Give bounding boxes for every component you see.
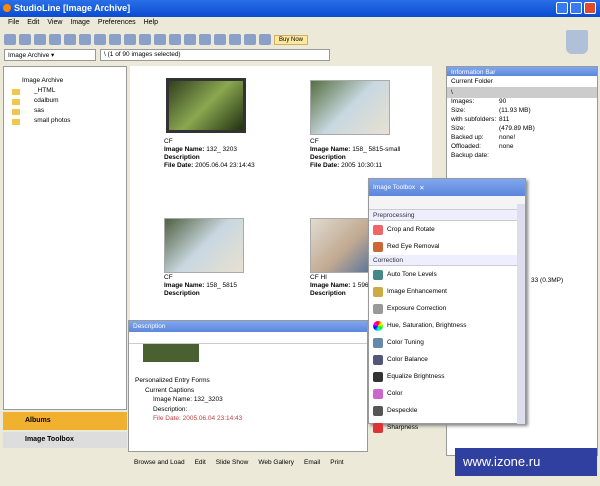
prev-icon[interactable] (139, 34, 151, 45)
folder-label: Current Folder (451, 78, 493, 85)
preview-icon[interactable] (94, 34, 106, 45)
image-caption: CF Image Name: 158_ 5815-small Description… (310, 138, 401, 169)
buy-now-button[interactable]: Buy Now (274, 34, 309, 45)
selection-select[interactable]: \ (1 of 90 images selected) (100, 49, 330, 61)
web-gallery-button[interactable]: Web Gallery (258, 459, 294, 466)
image-thumbnail[interactable] (310, 80, 390, 135)
menu-file[interactable]: File (8, 19, 19, 31)
trash-icon[interactable] (566, 30, 588, 54)
archive-select[interactable]: Image Archive ▾ (4, 49, 96, 61)
section-correction: Correction (369, 255, 525, 266)
folder-tree: Image Archive _HTML cdalbum sas small ph… (3, 66, 127, 410)
title-bar: StudioLine [Image Archive] (0, 0, 600, 17)
red-eye-icon[interactable] (109, 34, 121, 45)
folder-path: \ (447, 87, 597, 98)
window-title: StudioLine [Image Archive] (14, 3, 131, 13)
caption-file-date[interactable]: File Date: 2005.06.04 23:14:43 (135, 414, 367, 424)
image-thumbnail[interactable] (166, 78, 246, 133)
close-button[interactable] (584, 2, 596, 14)
minimize-button[interactable] (556, 2, 568, 14)
redo-icon[interactable] (184, 34, 196, 45)
menu-preferences[interactable]: Preferences (98, 19, 136, 31)
toolbox-title: Image Toolbox ✕ (369, 179, 525, 196)
browse-and-load-button[interactable]: Browse and Load (134, 459, 185, 466)
tag: CF (164, 138, 173, 145)
slide-show-button[interactable]: Slide Show (216, 459, 249, 466)
image-caption: CF Image Name: 132_ 3203 Description File D… (164, 138, 264, 170)
caption-image-name[interactable]: Image Name: 132_3203 (135, 395, 367, 405)
description-panel: Description Personalized Entry Forms Cur… (128, 320, 368, 452)
menu-image[interactable]: Image (70, 19, 89, 31)
tool-item[interactable]: Despeckle (369, 402, 525, 419)
forms-label: Personalized Entry Forms (135, 377, 210, 384)
archive-icon[interactable] (49, 34, 61, 45)
toolbar: Buy Now (4, 32, 459, 47)
tool-item[interactable]: Auto Tone Levels (369, 266, 525, 283)
tool-item[interactable]: Color Balance (369, 351, 525, 368)
panel-title: Description (129, 321, 367, 332)
tab-image-toolbox[interactable]: Image Toolbox (3, 432, 127, 448)
tree-item[interactable]: _HTML (4, 87, 126, 97)
tool-item[interactable]: Exposure Correction (369, 300, 525, 317)
cut-icon[interactable] (4, 34, 16, 45)
tool-item[interactable]: Color Tuning (369, 334, 525, 351)
menu-help[interactable]: Help (144, 19, 158, 31)
section-preprocessing: Preprocessing (369, 210, 525, 221)
panel-title: Information Bar (447, 67, 597, 76)
tree-item[interactable]: small photos (4, 117, 126, 127)
print-button[interactable]: Print (330, 459, 343, 466)
caption-description[interactable]: Description: (135, 405, 367, 415)
grid-icon[interactable] (124, 34, 136, 45)
menu-view[interactable]: View (47, 19, 62, 31)
edit-button[interactable]: Edit (195, 459, 206, 466)
export-icon[interactable] (244, 34, 256, 45)
tool-item[interactable]: Red Eye Removal (369, 238, 525, 255)
app-icon (3, 4, 11, 12)
import-icon[interactable] (214, 34, 226, 45)
copy-icon[interactable] (19, 34, 31, 45)
bottom-toolbar: Browse and Load Edit Slide Show Web Gallery… (130, 455, 448, 470)
tab-albums[interactable]: Albums (3, 412, 127, 430)
tool-item[interactable]: Hue, Saturation, Brightness (369, 317, 525, 334)
image-thumbnail[interactable] (164, 218, 244, 273)
tree-item[interactable]: sas (4, 107, 126, 117)
tool-item[interactable]: Color (369, 385, 525, 402)
paste-icon[interactable] (34, 34, 46, 45)
tool-item[interactable]: Image Enhancement (369, 283, 525, 300)
tree-item[interactable]: cdalbum (4, 97, 126, 107)
watermark: www.izone.ru (455, 448, 597, 476)
menu-edit[interactable]: Edit (27, 19, 39, 31)
tool-item[interactable]: Sharpness (369, 419, 525, 436)
captions-node[interactable]: Current Captions (135, 386, 367, 396)
tree-root[interactable]: Image Archive (4, 77, 126, 87)
description-toolbar (129, 332, 367, 344)
tool-item[interactable]: Crop and Rotate (369, 221, 525, 238)
selection-label: \ (1 of 90 images selected) (104, 51, 181, 58)
album-icon[interactable] (64, 34, 76, 45)
maximize-button[interactable] (570, 2, 582, 14)
image-caption: CF Image Name: 158_ 5815 Description (164, 274, 238, 297)
menu-bar: File Edit View Image Preferences Help (8, 19, 158, 31)
email-button[interactable]: Email (304, 459, 320, 466)
image-toolbox-window: Image Toolbox ✕ Preprocessing Crop and Ro… (368, 178, 526, 433)
share-icon[interactable] (259, 34, 271, 45)
close-icon[interactable]: ✕ (419, 184, 424, 192)
view-icon[interactable] (79, 34, 91, 45)
info-partial: 33 (0.3MP) (531, 277, 564, 284)
image-preview (143, 344, 199, 362)
undo-icon[interactable] (169, 34, 181, 45)
archive-label: Image Archive (8, 52, 50, 59)
next-icon[interactable] (154, 34, 166, 45)
tool-item[interactable]: Equalize Brightness (369, 368, 525, 385)
toolbox-scrollbar[interactable] (517, 204, 525, 424)
tools-icon[interactable] (199, 34, 211, 45)
users-icon[interactable] (229, 34, 241, 45)
toolbox-tabs[interactable] (369, 196, 525, 210)
